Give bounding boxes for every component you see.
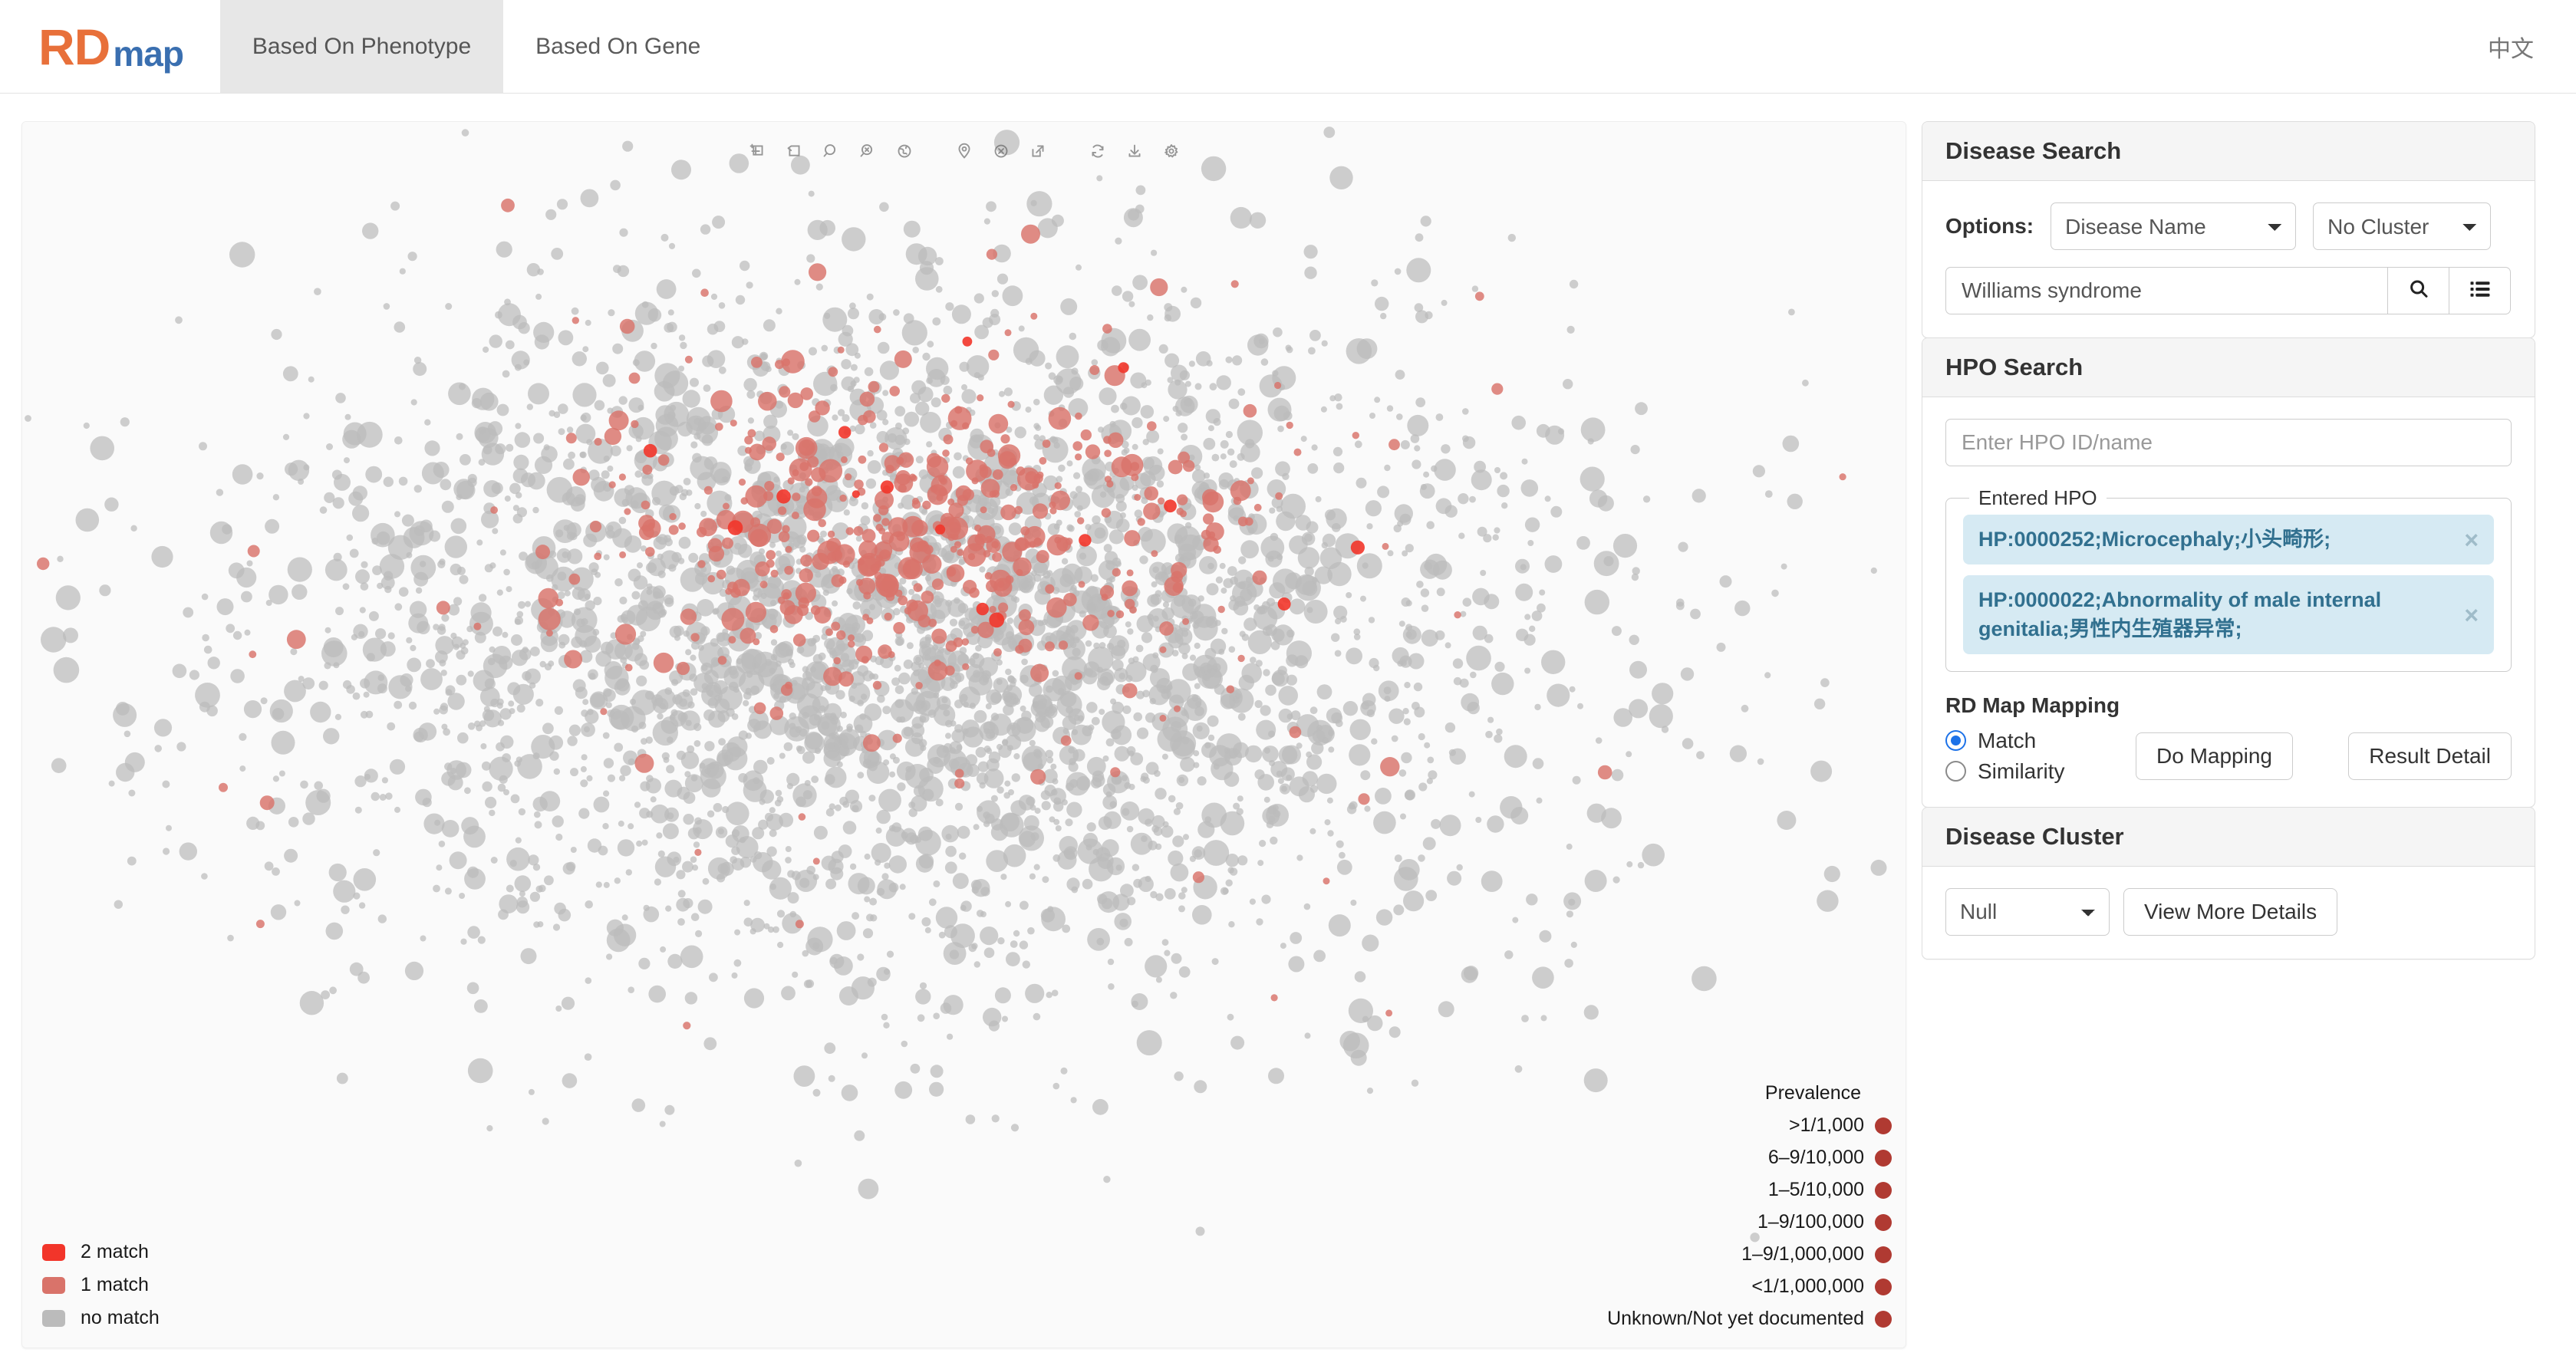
- prevalence-legend-dot: [1875, 1117, 1892, 1134]
- hpo-tag-label: HP:0000252;Microcephaly;小头畸形;: [1978, 528, 2331, 551]
- prevalence-legend-item: 1–5/10,000: [1607, 1179, 1892, 1201]
- match-legend-swatch: [42, 1309, 65, 1327]
- disease-cluster-header: Disease Cluster: [1922, 807, 2535, 867]
- disease-search-body: Options: Disease Name No Cluster: [1922, 181, 2535, 337]
- brand-logo-map: map: [113, 33, 184, 74]
- plot-modebar: [22, 133, 1906, 170]
- match-legend-item: no match: [42, 1307, 160, 1329]
- prevalence-legend-dot: [1875, 1149, 1892, 1167]
- disease-search-title: Disease Search: [1945, 137, 2122, 164]
- brand-logo[interactable]: RD map: [0, 0, 220, 93]
- disease-list-button[interactable]: [2449, 267, 2511, 314]
- radio-mark-icon: [1945, 730, 1966, 752]
- disease-search-header: Disease Search: [1922, 122, 2535, 181]
- prevalence-legend-label: >1/1,000: [1788, 1114, 1864, 1136]
- disease-cluster-title: Disease Cluster: [1945, 822, 2124, 850]
- prevalence-legend-dot: [1875, 1278, 1892, 1295]
- gear-icon[interactable]: [1153, 133, 1190, 170]
- tab-based-on-gene[interactable]: Based On Gene: [503, 0, 733, 93]
- prevalence-legend-label: Unknown/Not yet documented: [1607, 1308, 1864, 1329]
- result-detail-button[interactable]: Result Detail: [2348, 732, 2512, 780]
- prevalence-legend-dot: [1875, 1181, 1892, 1199]
- disease-search-button[interactable]: [2388, 267, 2449, 314]
- rd-map-mapping-row: Match Similarity Do Mapping Result Detai…: [1945, 729, 2512, 784]
- disease-cluster-panel: Disease Cluster Null View More Details: [1922, 806, 2535, 959]
- prevalence-legend-item: 6–9/10,000: [1607, 1147, 1892, 1169]
- lasso-undo-icon[interactable]: [776, 133, 812, 170]
- zoom-in-icon[interactable]: [812, 133, 849, 170]
- disease-search-input-group: [1945, 267, 2512, 314]
- prevalence-legend-label: 6–9/10,000: [1767, 1147, 1864, 1168]
- tab-based-on-phenotype[interactable]: Based On Phenotype: [219, 0, 504, 93]
- prevalence-legend-label: 1–9/100,000: [1757, 1211, 1864, 1233]
- cluster-filter-select[interactable]: No Cluster: [2313, 202, 2492, 250]
- globe-icon[interactable]: [886, 133, 923, 170]
- match-legend-label: 2 match: [81, 1241, 149, 1262]
- prevalence-legend-item: >1/1,000: [1607, 1114, 1892, 1137]
- prevalence-legend: Prevalence >1/1,000 6–9/10,000 1–5/10,00…: [1607, 1082, 1892, 1340]
- map-pin-icon[interactable]: [946, 133, 983, 170]
- search-icon: [2407, 278, 2430, 304]
- radio-similarity-label: Similarity: [1978, 759, 2065, 783]
- radio-mark-icon: [1945, 761, 1966, 782]
- match-legend-swatch: [42, 1276, 65, 1294]
- prevalence-legend-title: Prevalence: [1764, 1082, 1861, 1104]
- radio-match[interactable]: Match: [1945, 729, 2130, 753]
- match-legend-item: 1 match: [42, 1274, 160, 1296]
- clear-selection-icon[interactable]: [983, 133, 1020, 170]
- disease-cluster-row: Null View More Details: [1945, 887, 2512, 936]
- mapping-mode-group: Match Similarity: [1945, 729, 2130, 784]
- prevalence-legend-label: 1–9/1,000,000: [1741, 1243, 1864, 1265]
- hpo-search-header: HPO Search: [1922, 338, 2535, 397]
- refresh-icon[interactable]: [1079, 133, 1116, 170]
- disease-search-input[interactable]: [1945, 267, 2388, 314]
- top-navbar: RD map Based On Phenotype Based On Gene 中…: [0, 0, 2576, 94]
- search-type-select[interactable]: Disease Name: [2051, 202, 2297, 250]
- disease-search-options-row: Options: Disease Name No Cluster: [1945, 202, 2512, 250]
- entered-hpo-fieldset: Entered HPO HP:0000252;Microcephaly;小头畸形…: [1945, 486, 2512, 672]
- brand-logo-rd: RD: [38, 18, 110, 75]
- match-legend-swatch: [42, 1243, 65, 1261]
- hpo-tag-label: HP:0000022;Abnormality of male internal …: [1978, 588, 2382, 640]
- match-legend-label: 1 match: [81, 1274, 149, 1295]
- prevalence-legend-item: 1–9/100,000: [1607, 1211, 1892, 1233]
- close-icon[interactable]: ×: [2464, 603, 2479, 627]
- disease-cluster-select[interactable]: Null: [1945, 887, 2110, 936]
- hpo-tag[interactable]: HP:0000022;Abnormality of male internal …: [1963, 575, 2494, 654]
- radio-match-label: Match: [1978, 728, 2037, 752]
- external-link-icon[interactable]: [1020, 133, 1056, 170]
- match-legend: 2 match 1 match no match: [42, 1241, 160, 1340]
- match-legend-label: no match: [81, 1307, 160, 1328]
- close-icon[interactable]: ×: [2464, 528, 2479, 552]
- list-icon: [2469, 278, 2492, 304]
- download-icon[interactable]: [1116, 133, 1153, 170]
- zoom-out-icon[interactable]: [849, 133, 886, 170]
- entered-hpo-legend: Entered HPO: [1978, 486, 2097, 509]
- disease-cluster-body: Null View More Details: [1922, 867, 2535, 959]
- hpo-search-input[interactable]: [1945, 419, 2512, 466]
- prevalence-legend-dot: [1875, 1213, 1892, 1231]
- prevalence-legend-item: <1/1,000,000: [1607, 1275, 1892, 1298]
- box-select-icon[interactable]: [739, 133, 776, 170]
- match-legend-item: 2 match: [42, 1241, 160, 1263]
- language-switch-link[interactable]: 中文: [2488, 0, 2576, 93]
- rd-map-mapping-title: RD Map Mapping: [1945, 693, 2120, 717]
- hpo-search-panel: HPO Search Entered HPO HP:0000252;Microc…: [1922, 337, 2535, 808]
- prevalence-legend-item: 1–9/1,000,000: [1607, 1243, 1892, 1265]
- disease-search-panel: Disease Search Options: Disease Name No …: [1922, 121, 2535, 338]
- hpo-search-body: Entered HPO HP:0000252;Microcephaly;小头畸形…: [1922, 397, 2535, 807]
- hpo-tag[interactable]: HP:0000252;Microcephaly;小头畸形; ×: [1963, 515, 2494, 565]
- do-mapping-button[interactable]: Do Mapping: [2136, 732, 2293, 780]
- prevalence-legend-item: Unknown/Not yet documented: [1607, 1308, 1892, 1330]
- radio-similarity[interactable]: Similarity: [1945, 759, 2130, 784]
- prevalence-legend-label: 1–5/10,000: [1767, 1179, 1864, 1200]
- prevalence-legend-label: <1/1,000,000: [1751, 1275, 1864, 1297]
- rd-map-panel: Prevalence >1/1,000 6–9/10,000 1–5/10,00…: [21, 121, 1906, 1348]
- prevalence-legend-dot: [1875, 1246, 1892, 1263]
- view-more-details-button[interactable]: View More Details: [2123, 887, 2338, 936]
- hpo-search-title: HPO Search: [1945, 354, 2084, 380]
- options-label: Options:: [1945, 214, 2034, 238]
- right-sidebar: Disease Search Options: Disease Name No …: [1922, 121, 2535, 959]
- prevalence-legend-dot: [1875, 1310, 1892, 1328]
